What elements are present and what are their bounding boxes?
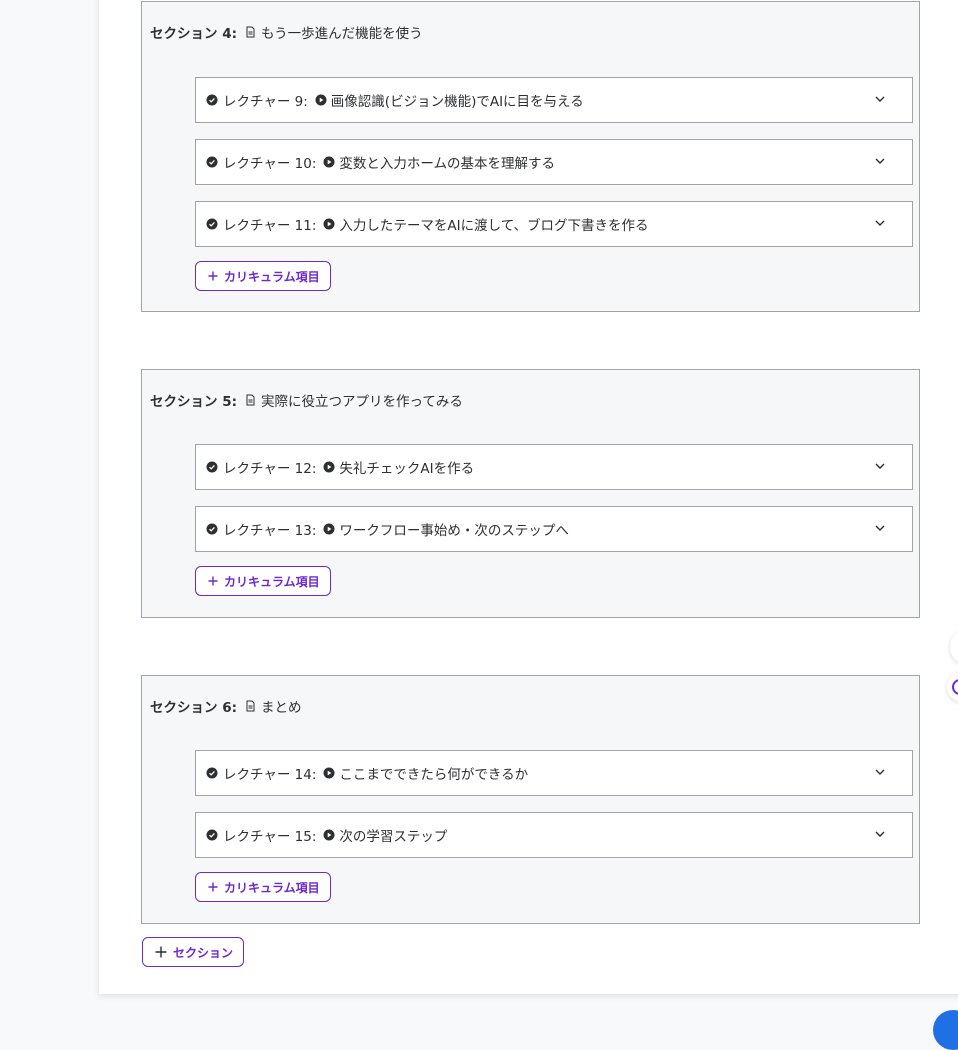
add-curriculum-item-button[interactable]: カリキュラム項目	[195, 872, 331, 902]
section-header: セクション 5: 実際に役立つアプリを作ってみる	[150, 390, 463, 410]
add-curriculum-item-button[interactable]: カリキュラム項目	[195, 566, 331, 596]
lecture-label: レクチャー 12:	[223, 461, 317, 477]
chevron-down-icon[interactable]	[874, 93, 886, 105]
lecture-label: レクチャー 14:	[223, 767, 317, 783]
lecture-label: レクチャー 11:	[223, 218, 317, 234]
lecture-title: ワークフロー事始め・次のステップへ	[339, 523, 569, 539]
chat-button[interactable]	[933, 1010, 958, 1050]
section-label: セクション 4:	[150, 26, 237, 42]
chevron-down-icon[interactable]	[874, 522, 886, 534]
check-circle-icon	[206, 829, 218, 841]
document-icon	[245, 700, 256, 712]
plus-icon	[208, 576, 218, 586]
add-section-button[interactable]: セクション	[142, 937, 245, 967]
lecture-title: 画像認識(ビジョン機能)でAIに目を与える	[330, 94, 584, 110]
check-circle-icon	[206, 523, 218, 535]
play-circle-icon	[323, 218, 335, 230]
section-title: もう一歩進んだ機能を使う	[261, 26, 423, 42]
play-circle-icon	[323, 523, 335, 535]
section-6: セクション 6: まとめ レクチャー 14: ここまでできたら何ができるか レク…	[141, 675, 920, 924]
lecture-title: 次の学習ステップ	[339, 829, 448, 845]
add-curriculum-item-label: カリキュラム項目	[224, 574, 320, 589]
section-5: セクション 5: 実際に役立つアプリを作ってみる レクチャー 12: 失礼チェッ…	[141, 369, 920, 618]
lecture-label: レクチャー 10:	[223, 156, 317, 172]
section-label: セクション 6:	[150, 700, 237, 716]
play-circle-icon	[323, 767, 335, 779]
section-4: セクション 4: もう一歩進んだ機能を使う レクチャー 9: 画像認識(ビジョン…	[141, 1, 920, 312]
chevron-down-icon[interactable]	[874, 460, 886, 472]
lecture-row[interactable]: レクチャー 15: 次の学習ステップ	[195, 812, 913, 858]
lecture-row[interactable]: レクチャー 9: 画像認識(ビジョン機能)でAIに目を与える	[195, 77, 913, 123]
lecture-row[interactable]: レクチャー 11: 入力したテーマをAIに渡して、ブログ下書きを作る	[195, 201, 913, 247]
lecture-label: レクチャー 15:	[223, 829, 317, 845]
section-label: セクション 5:	[150, 394, 237, 410]
lecture-label: レクチャー 9:	[223, 94, 308, 110]
lecture-title: 失礼チェックAIを作る	[339, 461, 475, 477]
lecture-label: レクチャー 13:	[223, 523, 317, 539]
plus-icon	[208, 882, 218, 892]
chevron-down-icon[interactable]	[874, 217, 886, 229]
check-circle-icon	[206, 767, 218, 779]
check-circle-icon	[206, 94, 218, 106]
section-title: 実際に役立つアプリを作ってみる	[261, 394, 463, 410]
section-header: セクション 6: まとめ	[150, 696, 302, 716]
add-curriculum-item-label: カリキュラム項目	[224, 880, 320, 895]
chevron-down-icon[interactable]	[874, 766, 886, 778]
plus-icon	[155, 946, 167, 958]
play-circle-icon	[315, 94, 327, 106]
document-icon	[245, 394, 256, 406]
add-section-label: セクション	[173, 945, 234, 960]
check-circle-icon	[206, 156, 218, 168]
play-circle-icon	[323, 156, 335, 168]
lecture-row[interactable]: レクチャー 12: 失礼チェックAIを作る	[195, 444, 913, 490]
lecture-row[interactable]: レクチャー 10: 変数と入力ホームの基本を理解する	[195, 139, 913, 185]
assistant-icon	[952, 679, 958, 695]
section-header: セクション 4: もう一歩進んだ機能を使う	[150, 22, 423, 42]
chevron-down-icon[interactable]	[874, 155, 886, 167]
play-circle-icon	[323, 461, 335, 473]
lecture-title: 入力したテーマをAIに渡して、ブログ下書きを作る	[339, 218, 649, 234]
document-icon	[245, 26, 256, 38]
check-circle-icon	[206, 218, 218, 230]
chevron-down-icon[interactable]	[874, 828, 886, 840]
lecture-title: ここまでできたら何ができるか	[339, 767, 529, 783]
check-circle-icon	[206, 461, 218, 473]
lecture-row[interactable]: レクチャー 14: ここまでできたら何ができるか	[195, 750, 913, 796]
add-curriculum-item-label: カリキュラム項目	[224, 269, 320, 284]
lecture-row[interactable]: レクチャー 13: ワークフロー事始め・次のステップへ	[195, 506, 913, 552]
section-title: まとめ	[261, 700, 302, 716]
lecture-title: 変数と入力ホームの基本を理解する	[339, 156, 555, 172]
plus-icon	[208, 271, 218, 281]
add-curriculum-item-button[interactable]: カリキュラム項目	[195, 261, 331, 291]
play-circle-icon	[323, 829, 335, 841]
